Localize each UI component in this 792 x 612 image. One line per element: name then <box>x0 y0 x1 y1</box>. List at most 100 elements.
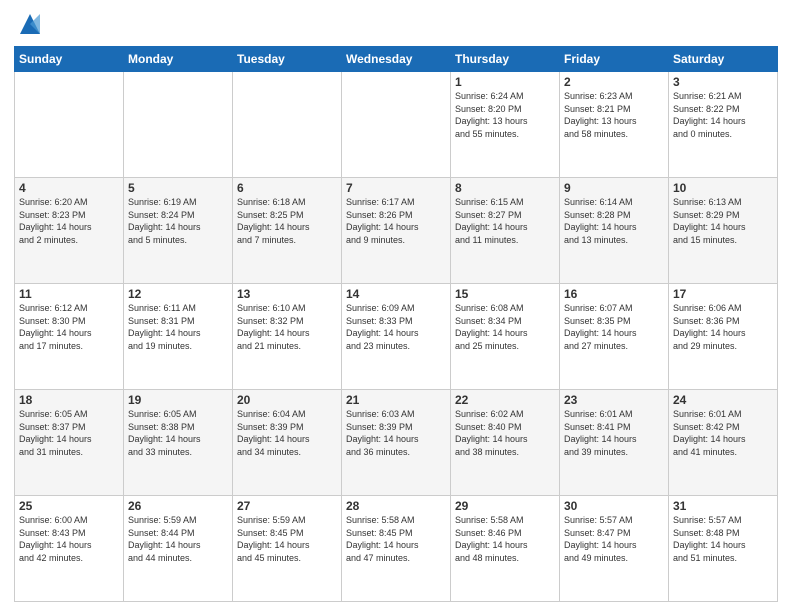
day-info: Sunrise: 6:04 AM Sunset: 8:39 PM Dayligh… <box>237 408 337 458</box>
day-info: Sunrise: 6:13 AM Sunset: 8:29 PM Dayligh… <box>673 196 773 246</box>
table-row: 1Sunrise: 6:24 AM Sunset: 8:20 PM Daylig… <box>451 72 560 178</box>
day-info: Sunrise: 5:58 AM Sunset: 8:46 PM Dayligh… <box>455 514 555 564</box>
table-row: 22Sunrise: 6:02 AM Sunset: 8:40 PM Dayli… <box>451 390 560 496</box>
day-number: 21 <box>346 393 446 407</box>
calendar-week-row: 1Sunrise: 6:24 AM Sunset: 8:20 PM Daylig… <box>15 72 778 178</box>
day-info: Sunrise: 6:03 AM Sunset: 8:39 PM Dayligh… <box>346 408 446 458</box>
table-row: 13Sunrise: 6:10 AM Sunset: 8:32 PM Dayli… <box>233 284 342 390</box>
day-number: 14 <box>346 287 446 301</box>
day-info: Sunrise: 5:57 AM Sunset: 8:48 PM Dayligh… <box>673 514 773 564</box>
day-number: 26 <box>128 499 228 513</box>
table-row <box>124 72 233 178</box>
day-number: 4 <box>19 181 119 195</box>
day-number: 30 <box>564 499 664 513</box>
day-number: 27 <box>237 499 337 513</box>
day-info: Sunrise: 6:11 AM Sunset: 8:31 PM Dayligh… <box>128 302 228 352</box>
calendar-week-row: 11Sunrise: 6:12 AM Sunset: 8:30 PM Dayli… <box>15 284 778 390</box>
day-number: 29 <box>455 499 555 513</box>
day-info: Sunrise: 6:17 AM Sunset: 8:26 PM Dayligh… <box>346 196 446 246</box>
table-row: 7Sunrise: 6:17 AM Sunset: 8:26 PM Daylig… <box>342 178 451 284</box>
table-row: 6Sunrise: 6:18 AM Sunset: 8:25 PM Daylig… <box>233 178 342 284</box>
table-row: 19Sunrise: 6:05 AM Sunset: 8:38 PM Dayli… <box>124 390 233 496</box>
table-row: 2Sunrise: 6:23 AM Sunset: 8:21 PM Daylig… <box>560 72 669 178</box>
day-number: 18 <box>19 393 119 407</box>
day-number: 5 <box>128 181 228 195</box>
day-number: 6 <box>237 181 337 195</box>
day-number: 8 <box>455 181 555 195</box>
day-info: Sunrise: 5:59 AM Sunset: 8:44 PM Dayligh… <box>128 514 228 564</box>
table-row <box>15 72 124 178</box>
col-thursday: Thursday <box>451 47 560 72</box>
table-row: 8Sunrise: 6:15 AM Sunset: 8:27 PM Daylig… <box>451 178 560 284</box>
calendar-week-row: 4Sunrise: 6:20 AM Sunset: 8:23 PM Daylig… <box>15 178 778 284</box>
day-number: 7 <box>346 181 446 195</box>
table-row: 24Sunrise: 6:01 AM Sunset: 8:42 PM Dayli… <box>669 390 778 496</box>
table-row: 27Sunrise: 5:59 AM Sunset: 8:45 PM Dayli… <box>233 496 342 602</box>
table-row: 15Sunrise: 6:08 AM Sunset: 8:34 PM Dayli… <box>451 284 560 390</box>
day-info: Sunrise: 6:10 AM Sunset: 8:32 PM Dayligh… <box>237 302 337 352</box>
day-info: Sunrise: 5:59 AM Sunset: 8:45 PM Dayligh… <box>237 514 337 564</box>
day-number: 15 <box>455 287 555 301</box>
table-row <box>233 72 342 178</box>
table-row: 9Sunrise: 6:14 AM Sunset: 8:28 PM Daylig… <box>560 178 669 284</box>
day-number: 3 <box>673 75 773 89</box>
day-info: Sunrise: 6:20 AM Sunset: 8:23 PM Dayligh… <box>19 196 119 246</box>
day-number: 22 <box>455 393 555 407</box>
header <box>14 10 778 38</box>
calendar-page: Sunday Monday Tuesday Wednesday Thursday… <box>0 0 792 612</box>
day-info: Sunrise: 6:05 AM Sunset: 8:37 PM Dayligh… <box>19 408 119 458</box>
day-number: 10 <box>673 181 773 195</box>
table-row: 4Sunrise: 6:20 AM Sunset: 8:23 PM Daylig… <box>15 178 124 284</box>
day-number: 28 <box>346 499 446 513</box>
day-number: 19 <box>128 393 228 407</box>
table-row <box>342 72 451 178</box>
col-saturday: Saturday <box>669 47 778 72</box>
table-row: 11Sunrise: 6:12 AM Sunset: 8:30 PM Dayli… <box>15 284 124 390</box>
day-info: Sunrise: 5:58 AM Sunset: 8:45 PM Dayligh… <box>346 514 446 564</box>
day-number: 1 <box>455 75 555 89</box>
day-info: Sunrise: 5:57 AM Sunset: 8:47 PM Dayligh… <box>564 514 664 564</box>
day-info: Sunrise: 6:24 AM Sunset: 8:20 PM Dayligh… <box>455 90 555 140</box>
table-row: 21Sunrise: 6:03 AM Sunset: 8:39 PM Dayli… <box>342 390 451 496</box>
day-info: Sunrise: 6:15 AM Sunset: 8:27 PM Dayligh… <box>455 196 555 246</box>
table-row: 10Sunrise: 6:13 AM Sunset: 8:29 PM Dayli… <box>669 178 778 284</box>
table-row: 18Sunrise: 6:05 AM Sunset: 8:37 PM Dayli… <box>15 390 124 496</box>
day-info: Sunrise: 6:21 AM Sunset: 8:22 PM Dayligh… <box>673 90 773 140</box>
day-number: 31 <box>673 499 773 513</box>
day-number: 16 <box>564 287 664 301</box>
table-row: 3Sunrise: 6:21 AM Sunset: 8:22 PM Daylig… <box>669 72 778 178</box>
calendar-table: Sunday Monday Tuesday Wednesday Thursday… <box>14 46 778 602</box>
table-row: 23Sunrise: 6:01 AM Sunset: 8:41 PM Dayli… <box>560 390 669 496</box>
day-number: 25 <box>19 499 119 513</box>
table-row: 20Sunrise: 6:04 AM Sunset: 8:39 PM Dayli… <box>233 390 342 496</box>
col-friday: Friday <box>560 47 669 72</box>
table-row: 29Sunrise: 5:58 AM Sunset: 8:46 PM Dayli… <box>451 496 560 602</box>
day-number: 13 <box>237 287 337 301</box>
table-row: 26Sunrise: 5:59 AM Sunset: 8:44 PM Dayli… <box>124 496 233 602</box>
day-info: Sunrise: 6:00 AM Sunset: 8:43 PM Dayligh… <box>19 514 119 564</box>
day-info: Sunrise: 6:07 AM Sunset: 8:35 PM Dayligh… <box>564 302 664 352</box>
table-row: 5Sunrise: 6:19 AM Sunset: 8:24 PM Daylig… <box>124 178 233 284</box>
table-row: 25Sunrise: 6:00 AM Sunset: 8:43 PM Dayli… <box>15 496 124 602</box>
table-row: 12Sunrise: 6:11 AM Sunset: 8:31 PM Dayli… <box>124 284 233 390</box>
day-number: 9 <box>564 181 664 195</box>
day-info: Sunrise: 6:05 AM Sunset: 8:38 PM Dayligh… <box>128 408 228 458</box>
table-row: 16Sunrise: 6:07 AM Sunset: 8:35 PM Dayli… <box>560 284 669 390</box>
day-number: 20 <box>237 393 337 407</box>
day-info: Sunrise: 6:08 AM Sunset: 8:34 PM Dayligh… <box>455 302 555 352</box>
col-sunday: Sunday <box>15 47 124 72</box>
day-number: 24 <box>673 393 773 407</box>
col-tuesday: Tuesday <box>233 47 342 72</box>
day-info: Sunrise: 6:23 AM Sunset: 8:21 PM Dayligh… <box>564 90 664 140</box>
day-info: Sunrise: 6:18 AM Sunset: 8:25 PM Dayligh… <box>237 196 337 246</box>
day-info: Sunrise: 6:01 AM Sunset: 8:42 PM Dayligh… <box>673 408 773 458</box>
day-info: Sunrise: 6:14 AM Sunset: 8:28 PM Dayligh… <box>564 196 664 246</box>
calendar-week-row: 25Sunrise: 6:00 AM Sunset: 8:43 PM Dayli… <box>15 496 778 602</box>
day-info: Sunrise: 6:01 AM Sunset: 8:41 PM Dayligh… <box>564 408 664 458</box>
day-number: 12 <box>128 287 228 301</box>
day-info: Sunrise: 6:06 AM Sunset: 8:36 PM Dayligh… <box>673 302 773 352</box>
day-info: Sunrise: 6:12 AM Sunset: 8:30 PM Dayligh… <box>19 302 119 352</box>
table-row: 30Sunrise: 5:57 AM Sunset: 8:47 PM Dayli… <box>560 496 669 602</box>
col-wednesday: Wednesday <box>342 47 451 72</box>
day-number: 17 <box>673 287 773 301</box>
